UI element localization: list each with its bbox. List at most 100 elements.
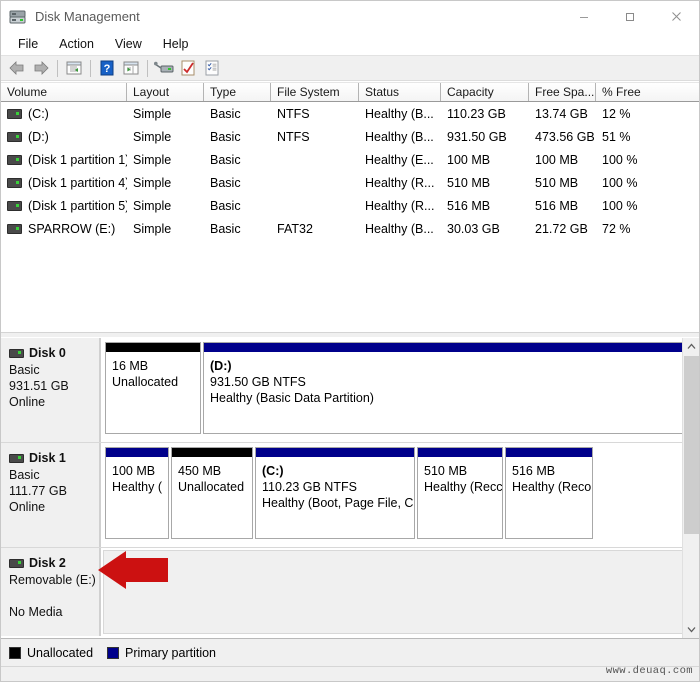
capacity-cell: 110.23 GB xyxy=(447,106,506,121)
partition-details: 100 MB Healthy ( xyxy=(106,457,168,538)
properties-icon[interactable] xyxy=(177,57,199,79)
type-cell: Basic xyxy=(210,198,241,213)
disk-name: Disk 1 xyxy=(29,451,66,465)
partition-system-reserved[interactable]: 100 MB Healthy ( xyxy=(105,447,169,539)
volume-cell: (Disk 1 partition 5) xyxy=(1,199,127,213)
scrollbar-thumb[interactable] xyxy=(684,356,699,534)
free-space-cell: 516 MB xyxy=(535,198,579,213)
volume-label: (D:) xyxy=(28,129,49,144)
partition-status: Healthy (Recc xyxy=(424,480,502,494)
column-header-volume[interactable]: Volume xyxy=(1,83,127,101)
disk-partitions-disk-1: 100 MB Healthy ( 450 MB Unallocated (C:)… xyxy=(101,443,699,547)
partition-unallocated[interactable]: 450 MB Unallocated xyxy=(171,447,253,539)
partition-color-bar xyxy=(172,448,252,457)
layout-cell: Simple xyxy=(133,175,172,190)
all-tasks-icon[interactable] xyxy=(201,57,223,79)
menu-item-view[interactable]: View xyxy=(105,35,153,53)
partition-status: Unallocated xyxy=(178,480,245,494)
percent-free-cell: 72 % xyxy=(602,221,631,236)
rescan-disks-icon[interactable] xyxy=(153,57,175,79)
capacity-cell: 100 MB xyxy=(447,152,491,167)
partition-color-bar xyxy=(106,343,200,352)
column-header-status[interactable]: Status xyxy=(359,83,441,101)
forward-arrow-icon[interactable] xyxy=(30,57,52,79)
volume-label: (Disk 1 partition 1) xyxy=(28,152,127,167)
partition-status: Healthy (Basic Data Partition) xyxy=(210,391,374,405)
disk-row-disk-1[interactable]: Disk 1 Basic 111.77 GB Online 100 MB Hea… xyxy=(1,443,699,548)
volume-cell: (D:) xyxy=(1,130,127,144)
table-row[interactable]: SPARROW (E:) Simple Basic FAT32 Healthy … xyxy=(1,217,699,240)
partition-recovery-516[interactable]: 516 MB Healthy (Reco xyxy=(505,447,593,539)
close-button[interactable] xyxy=(653,1,699,32)
partition-details: 510 MB Healthy (Recc xyxy=(418,457,502,538)
disk-info-disk-0[interactable]: Disk 0 Basic 931.51 GB Online xyxy=(1,338,101,442)
menu-item-action[interactable]: Action xyxy=(49,35,105,53)
status-cell: Healthy (B... xyxy=(365,106,434,121)
show-hide-action-pane-icon[interactable] xyxy=(120,57,142,79)
partition-size: 100 MB xyxy=(112,464,156,478)
partition-recovery-510[interactable]: 510 MB Healthy (Recc xyxy=(417,447,503,539)
partition-d-drive[interactable]: (D:) 931.50 GB NTFS Healthy (Basic Data … xyxy=(203,342,683,434)
disk-row-disk-2[interactable]: Disk 2 Removable (E:) No Media xyxy=(1,548,699,636)
column-header-file-system[interactable]: File System xyxy=(271,83,359,101)
capacity-cell: 931.50 GB xyxy=(447,129,507,144)
volume-cell: (Disk 1 partition 1) xyxy=(1,153,127,167)
help-icon[interactable]: ? xyxy=(96,57,118,79)
free-space-cell: 473.56 GB xyxy=(535,129,595,144)
maximize-button[interactable] xyxy=(607,1,653,32)
disk-name: Disk 2 xyxy=(29,556,66,570)
disk-info-disk-1[interactable]: Disk 1 Basic 111.77 GB Online xyxy=(1,443,101,547)
disk-title-disk-1: Disk 1 xyxy=(9,450,99,466)
legend-entry-primary-partition: Primary partition xyxy=(107,646,216,660)
volume-drive-icon xyxy=(7,177,22,188)
partition-c-drive[interactable]: (C:) 110.23 GB NTFS Healthy (Boot, Page … xyxy=(255,447,415,539)
menu-item-file[interactable]: File xyxy=(8,35,49,53)
legend-entry-unallocated: Unallocated xyxy=(9,646,93,660)
table-row[interactable]: (C:) Simple Basic NTFS Healthy (B... 110… xyxy=(1,102,699,125)
volume-label: (C:) xyxy=(28,106,49,121)
disk-size: 931.51 GB xyxy=(9,379,69,393)
column-header-type[interactable]: Type xyxy=(204,83,271,101)
table-row[interactable]: (Disk 1 partition 5) Simple Basic Health… xyxy=(1,194,699,217)
partition-unallocated[interactable]: 16 MB Unallocated xyxy=(105,342,201,434)
column-header-free-space[interactable]: Free Spa... xyxy=(529,83,596,101)
partition-size: 516 MB xyxy=(512,464,556,478)
free-space-cell: 100 MB xyxy=(535,152,579,167)
scroll-down-arrow-icon[interactable] xyxy=(683,621,699,638)
table-row[interactable]: (D:) Simple Basic NTFS Healthy (B... 931… xyxy=(1,125,699,148)
window-title: Disk Management xyxy=(35,9,140,24)
volume-cell: (C:) xyxy=(1,107,127,121)
legend: Unallocated Primary partition xyxy=(1,638,699,666)
svg-text:?: ? xyxy=(104,63,111,75)
layout-cell: Simple xyxy=(133,129,172,144)
menu-item-help[interactable]: Help xyxy=(153,35,200,53)
capacity-cell: 516 MB xyxy=(447,198,491,213)
table-row[interactable]: (Disk 1 partition 1) Simple Basic Health… xyxy=(1,148,699,171)
partition-size: 110.23 GB NTFS xyxy=(262,480,357,494)
disk-type: Basic xyxy=(9,468,40,482)
disk-state: Online xyxy=(9,395,46,409)
show-hide-console-tree-icon[interactable] xyxy=(63,57,85,79)
partition-color-bar xyxy=(204,343,682,352)
disk-row-disk-0[interactable]: Disk 0 Basic 931.51 GB Online 16 MB Unal… xyxy=(1,338,699,443)
minimize-button[interactable] xyxy=(561,1,607,32)
disk-info-disk-2[interactable]: Disk 2 Removable (E:) No Media xyxy=(1,548,101,636)
graphical-view-scrollbar[interactable] xyxy=(682,338,699,638)
disk-icon xyxy=(9,453,24,463)
back-arrow-icon[interactable] xyxy=(6,57,28,79)
disk-2-no-media-area[interactable] xyxy=(103,550,699,634)
column-header-percent-free[interactable]: % Free xyxy=(596,83,699,101)
partition-color-bar xyxy=(256,448,414,457)
type-cell: Basic xyxy=(210,221,241,236)
type-cell: Basic xyxy=(210,175,241,190)
partition-color-bar xyxy=(418,448,502,457)
column-header-capacity[interactable]: Capacity xyxy=(441,83,529,101)
table-row[interactable]: (Disk 1 partition 4) Simple Basic Health… xyxy=(1,171,699,194)
scroll-up-arrow-icon[interactable] xyxy=(683,338,699,355)
partition-label: (D:) xyxy=(210,359,232,373)
column-header-layout[interactable]: Layout xyxy=(127,83,204,101)
volume-cell: SPARROW (E:) xyxy=(1,222,127,236)
free-space-cell: 21.72 GB xyxy=(535,221,588,236)
layout-cell: Simple xyxy=(133,152,172,167)
toolbar-separator xyxy=(90,59,91,77)
